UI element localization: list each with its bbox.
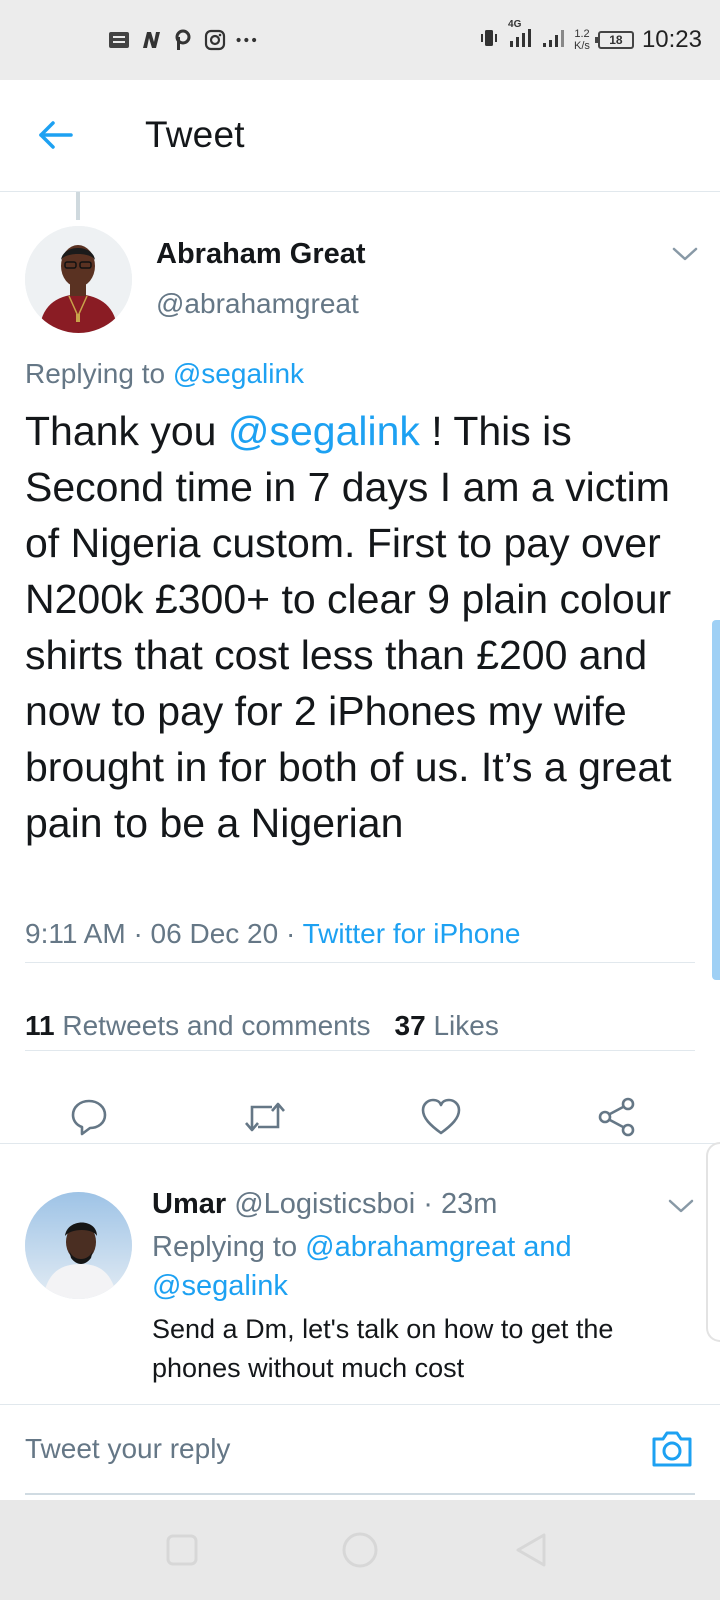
reply-text: Send a Dm, let's talk on how to get the … <box>152 1314 614 1383</box>
tweet-timestamp-line: 9:11 AM · 06 Dec 20 · Twitter for iPhone <box>25 918 521 949</box>
reply-options-button[interactable] <box>666 1194 696 1218</box>
page-title: Tweet <box>145 114 245 155</box>
reply-composer <box>0 1404 720 1500</box>
status-bar: 4G 1.2 K/s 18 10:23 <box>0 0 720 80</box>
battery-indicator: 18 <box>594 31 634 49</box>
back-button[interactable] <box>30 110 80 160</box>
edge-panel-handle[interactable] <box>706 1142 720 1342</box>
reply-input[interactable] <box>25 1427 625 1471</box>
system-nav-bar <box>0 1500 720 1600</box>
tweet-options-button[interactable] <box>670 242 700 266</box>
divider <box>25 1050 695 1051</box>
network-speed: 1.2 K/s <box>574 28 590 52</box>
retweets-stat[interactable]: 11 Retweets and comments <box>25 1010 371 1042</box>
reply-replying-to-line: Replying to @abrahamgreat and @segalink <box>152 1231 572 1302</box>
chevron-down-icon <box>672 247 698 261</box>
more-dots-icon <box>236 29 258 51</box>
network-type: 4G <box>508 18 522 30</box>
tweet-date: 06 Dec 20 <box>150 918 279 949</box>
share-icon <box>598 1097 635 1137</box>
tweet-source-link[interactable]: Twitter for iPhone <box>303 918 521 949</box>
arrow-left-icon <box>39 121 73 149</box>
reply-author-avatar[interactable] <box>25 1192 132 1299</box>
p-app-icon <box>172 29 194 51</box>
reply-header: Umar @Logisticsboi · 23m <box>152 1188 498 1220</box>
divider <box>25 962 695 963</box>
n-app-icon <box>140 29 162 51</box>
circle-icon <box>342 1532 378 1568</box>
likes-stat[interactable]: 37 Likes <box>395 1010 499 1042</box>
reply-button[interactable] <box>66 1094 112 1140</box>
scrollbar[interactable] <box>712 620 720 980</box>
replying-to-mention[interactable]: @segalink <box>173 358 304 389</box>
chevron-down-icon <box>668 1199 694 1213</box>
thread-connector-line <box>76 192 80 220</box>
tweet-mention-link[interactable]: @segalink <box>228 408 420 454</box>
retweet-icon <box>245 1102 285 1132</box>
retweet-button[interactable] <box>242 1094 288 1140</box>
tweet-time: 9:11 AM <box>25 918 126 949</box>
top-app-bar: Tweet <box>0 80 720 192</box>
camera-icon <box>652 1431 692 1467</box>
camera-button[interactable] <box>650 1429 696 1473</box>
comment-icon <box>71 1099 107 1136</box>
recent-apps-button[interactable] <box>162 1530 202 1570</box>
triangle-back-icon <box>516 1533 546 1567</box>
reply-time: 23m <box>440 1188 498 1220</box>
author-name[interactable]: Abraham Great <box>156 238 366 271</box>
tweet-text: Thank you @segalink ! This is Second tim… <box>25 408 672 846</box>
status-bar-left-icons <box>108 24 258 56</box>
instagram-icon <box>204 29 226 51</box>
heart-icon <box>421 1098 461 1135</box>
network-signal-icon: 4G <box>508 19 534 54</box>
signal-strength-icon <box>542 27 566 54</box>
reply-author-handle[interactable]: @Logisticsboi <box>234 1188 415 1220</box>
status-time: 10:23 <box>641 26 702 53</box>
back-nav-button[interactable] <box>512 1530 552 1570</box>
vibrate-icon <box>478 27 500 54</box>
divider <box>0 1143 720 1144</box>
tweet-stats: 11 Retweets and comments 37 Likes <box>25 1010 499 1042</box>
author-handle[interactable]: @abrahamgreat <box>156 288 359 320</box>
home-button[interactable] <box>340 1530 380 1570</box>
notification-icon <box>108 29 130 51</box>
square-icon <box>166 1534 198 1566</box>
reply-author-name[interactable]: Umar <box>152 1188 226 1220</box>
replying-to-line: Replying to @segalink <box>25 358 305 389</box>
reply-input-underline <box>25 1493 695 1495</box>
share-button[interactable] <box>594 1094 640 1140</box>
author-avatar[interactable] <box>25 226 132 333</box>
like-button[interactable] <box>418 1094 464 1140</box>
status-bar-right: 4G 1.2 K/s 18 10:23 <box>478 19 702 58</box>
